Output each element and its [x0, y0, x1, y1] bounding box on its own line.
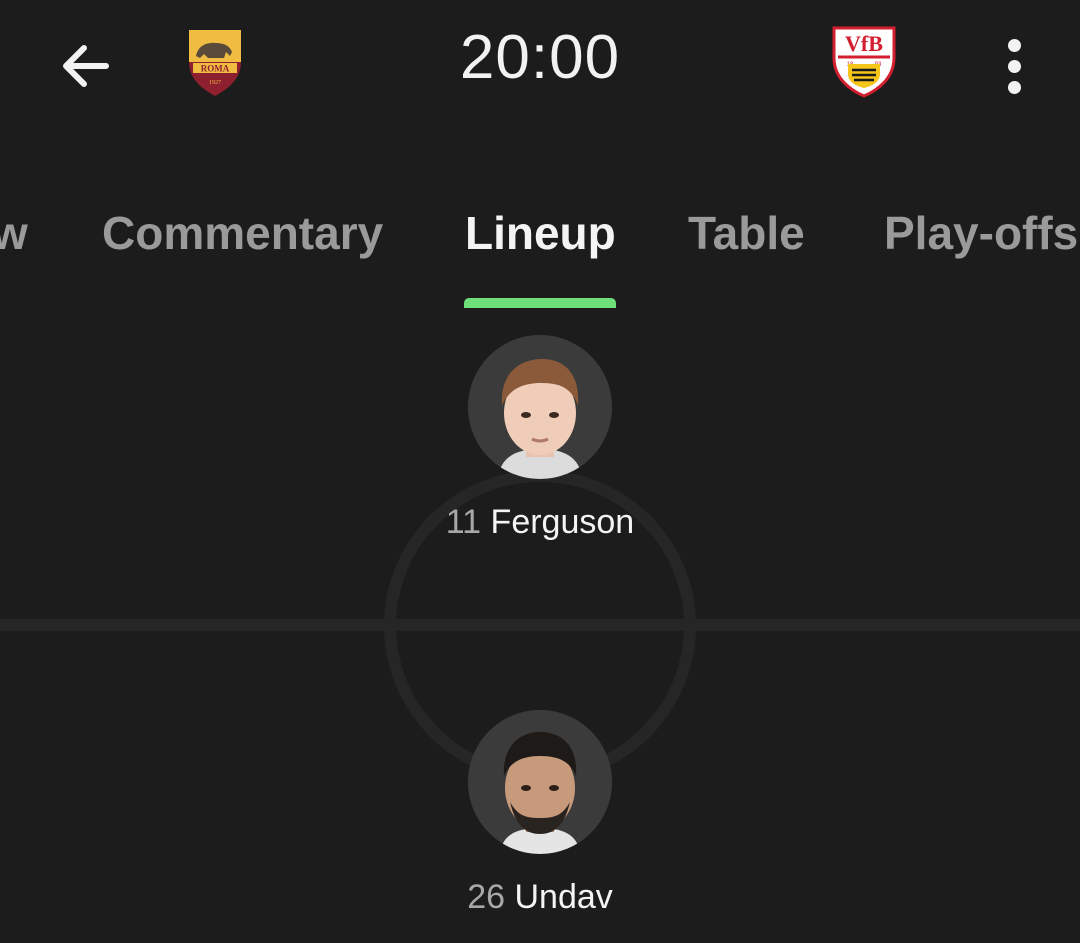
vfb-stuttgart-crest-icon: VfB 18 93 — [832, 26, 896, 98]
tab-lineup[interactable]: Lineup — [465, 206, 616, 260]
as-roma-crest-icon: ROMA 1927 — [189, 30, 241, 96]
player-avatar — [468, 710, 612, 854]
player-name: Ferguson — [490, 503, 635, 541]
tab-overview[interactable]: w — [0, 206, 28, 260]
more-options-button[interactable] — [990, 36, 1038, 96]
away-team-crest[interactable]: VfB 18 93 — [830, 24, 898, 98]
player-photo-icon — [468, 710, 612, 854]
active-tab-indicator — [464, 298, 616, 308]
match-kickoff-time: 20:00 — [459, 23, 621, 92]
player-avatar — [468, 335, 612, 479]
player-photo-icon — [468, 335, 612, 479]
player-label: 26 Undav — [390, 878, 690, 917]
player-name: Undav — [514, 878, 613, 916]
tab-play-offs[interactable]: Play-offs — [884, 206, 1078, 260]
arrow-left-icon — [63, 45, 109, 87]
match-tabs: w Commentary Lineup Table Play-offs — [0, 180, 1080, 310]
back-button[interactable] — [50, 32, 118, 100]
player-label: 11 Ferguson — [390, 503, 690, 542]
player-card-away[interactable]: 26 Undav — [390, 710, 690, 917]
vfb-crest-text: VfB — [845, 31, 883, 56]
tab-table[interactable]: Table — [688, 206, 805, 260]
lineup-pitch: 11 Ferguson 26 Undav — [0, 310, 1080, 943]
roma-crest-text: ROMA — [201, 64, 230, 74]
player-card-home[interactable]: 11 Ferguson — [390, 335, 690, 542]
shirt-number: 11 — [445, 503, 482, 541]
match-screen: ROMA 1927 20:00 VfB 18 93 w Commentary — [0, 0, 1080, 943]
match-header: ROMA 1927 20:00 VfB 18 93 — [0, 0, 1080, 130]
tab-commentary[interactable]: Commentary — [102, 206, 383, 260]
more-vertical-icon — [1007, 38, 1021, 52]
roma-crest-year: 1927 — [209, 80, 221, 86]
more-vertical-icon-dot — [1007, 59, 1021, 73]
more-vertical-icon-dot — [1007, 80, 1021, 94]
shirt-number: 26 — [467, 878, 506, 916]
home-team-crest[interactable]: ROMA 1927 — [186, 26, 244, 98]
